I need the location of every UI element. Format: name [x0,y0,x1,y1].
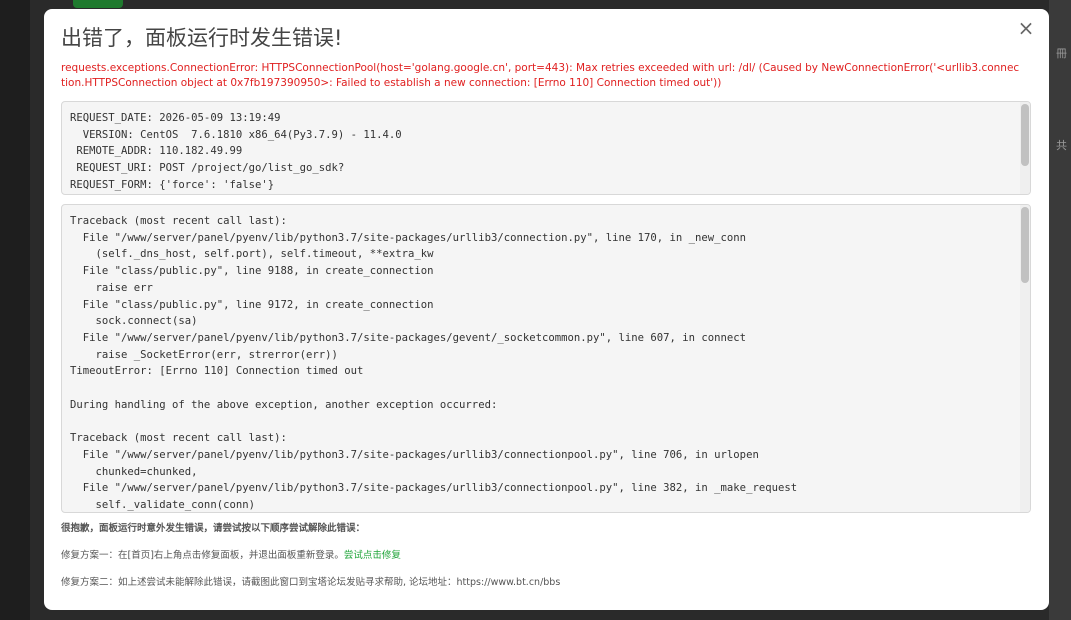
error-notice: 很抱歉，面板运行时意外发生错误，请尝试按以下顺序尝试解除此错误： [61,523,366,534]
close-icon[interactable]: × [1017,17,1035,39]
background-right-panel: 冊 共 [1049,0,1071,620]
repair-link[interactable]: 尝试点击修复 [344,550,401,561]
error-dialog: × 出错了，面板运行时发生错误! requests.exceptions.Con… [44,9,1049,610]
background-green-button [73,0,123,8]
scrollbar-thumb[interactable] [1021,104,1029,166]
traceback-box[interactable]: Traceback (most recent call last): File … [61,204,1031,513]
request-info-box[interactable]: REQUEST_DATE: 2026-05-09 13:19:49 VERSIO… [61,101,1031,195]
background-left-strip [0,0,30,620]
background-glyph: 冊 [1056,47,1067,60]
fix-option-one-text: 修复方案一：在[首页]右上角点击修复面板，并退出面板重新登录。 [61,550,344,561]
traceback-scrollbar[interactable] [1020,205,1030,512]
background-glyph: 共 [1056,139,1067,152]
error-message: requests.exceptions.ConnectionError: HTT… [61,62,1020,89]
traceback-text: Traceback (most recent call last): File … [70,215,798,511]
fix-option-two: 修复方案二：如上述尝试未能解除此错误，请截图此窗口到宝塔论坛发贴寻求帮助, 论坛… [61,577,561,588]
scrollbar-thumb[interactable] [1021,207,1029,283]
fix-option-one: 修复方案一：在[首页]右上角点击修复面板，并退出面板重新登录。尝试点击修复 [61,547,401,561]
dialog-title: 出错了，面板运行时发生错误! [61,26,343,50]
request-info-scrollbar[interactable] [1020,102,1030,194]
request-info-text: REQUEST_DATE: 2026-05-09 13:19:49 VERSIO… [70,112,402,191]
